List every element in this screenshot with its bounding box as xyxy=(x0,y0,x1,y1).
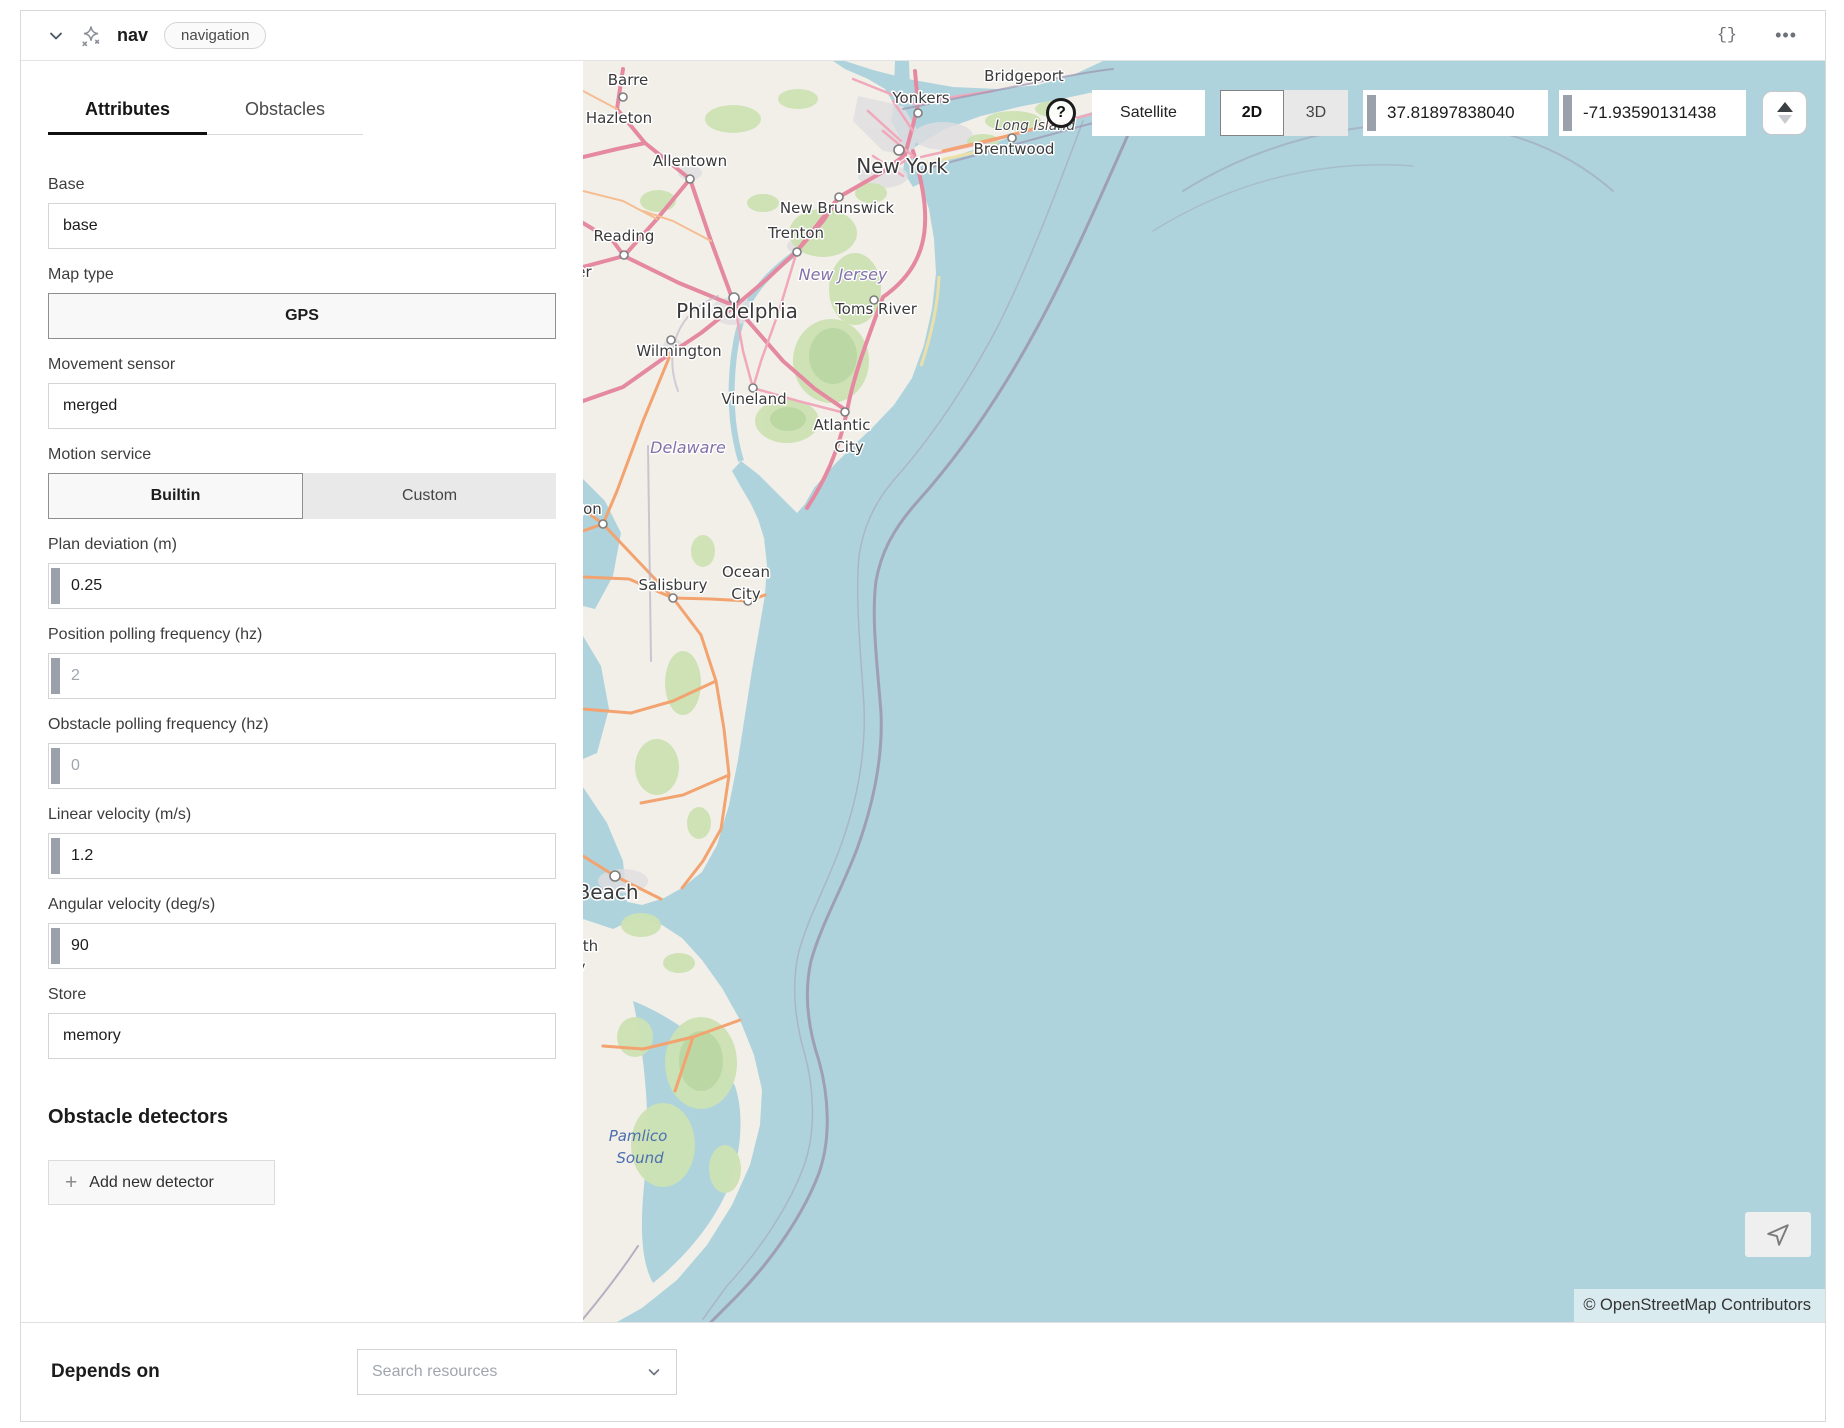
svg-text:Allentown: Allentown xyxy=(653,152,727,170)
obstacle-polling-label: Obstacle polling frequency (hz) xyxy=(48,715,556,734)
base-input[interactable] xyxy=(48,203,556,249)
mode-2d-button[interactable]: 2D xyxy=(1220,90,1284,136)
locate-button[interactable] xyxy=(1745,1212,1811,1257)
plan-deviation-input[interactable] xyxy=(48,563,556,609)
svg-text:Barre: Barre xyxy=(608,71,648,89)
svg-text:Bridgeport: Bridgeport xyxy=(984,67,1064,85)
latitude-input[interactable] xyxy=(1363,90,1548,136)
number-drag-handle[interactable] xyxy=(1367,95,1376,131)
svg-text:Toms River: Toms River xyxy=(834,300,918,318)
svg-text:ginia Beach: ginia Beach xyxy=(583,880,639,904)
svg-text:New Brunswick: New Brunswick xyxy=(780,199,894,217)
motion-service-toggle: Builtin Custom xyxy=(48,473,556,519)
store-label: Store xyxy=(48,985,556,1004)
angular-velocity-input[interactable] xyxy=(48,923,556,969)
add-detector-button[interactable]: + Add new detector xyxy=(48,1160,275,1205)
linear-velocity-label: Linear velocity (m/s) xyxy=(48,805,556,824)
obstacle-detectors-heading: Obstacle detectors xyxy=(48,1106,556,1129)
svg-text:Vineland: Vineland xyxy=(721,390,786,408)
svg-text:Philadelphia: Philadelphia xyxy=(676,299,798,323)
svg-text:beth: beth xyxy=(583,937,598,955)
depends-on-select[interactable]: Search resources xyxy=(357,1349,677,1395)
chevron-down-icon xyxy=(646,1364,662,1380)
map-attribution: © OpenStreetMap Contributors xyxy=(1574,1289,1825,1322)
longitude-field xyxy=(1559,90,1746,136)
svg-text:Hazleton: Hazleton xyxy=(586,109,652,127)
tab-attributes[interactable]: Attributes xyxy=(48,90,207,135)
map-controls: ? Satellite 2D 3D xyxy=(1046,90,1807,136)
number-drag-handle[interactable] xyxy=(51,568,60,604)
store-input[interactable] xyxy=(48,1013,556,1059)
movement-sensor-label: Movement sensor xyxy=(48,355,556,374)
resource-card: nav navigation {} ••• Attributes Obstacl… xyxy=(20,10,1826,1422)
depends-on-placeholder: Search resources xyxy=(372,1363,497,1381)
resource-type-badge: navigation xyxy=(164,22,266,49)
number-drag-handle[interactable] xyxy=(51,748,60,784)
motion-service-custom-option[interactable]: Custom xyxy=(303,473,556,519)
svg-text:Delaware: Delaware xyxy=(650,438,726,457)
base-label: Base xyxy=(48,175,556,194)
motion-service-builtin-option[interactable]: Builtin xyxy=(48,473,303,519)
svg-text:New Jersey: New Jersey xyxy=(799,265,888,284)
plan-deviation-label: Plan deviation (m) xyxy=(48,535,556,554)
json-mode-button[interactable]: {} xyxy=(1713,22,1741,49)
svg-text:ter: ter xyxy=(583,263,592,281)
navigation-arrow-icon xyxy=(1765,1222,1791,1248)
svg-text:Wilmington: Wilmington xyxy=(636,342,721,360)
map-panel: BarreHazletonBridgeportYonkersLong Islan… xyxy=(583,61,1825,1322)
angular-velocity-label: Angular velocity (deg/s) xyxy=(48,895,556,914)
svg-text:Salisbury: Salisbury xyxy=(639,576,708,594)
zoom-stepper[interactable] xyxy=(1762,91,1807,135)
more-options-button[interactable]: ••• xyxy=(1771,21,1801,50)
number-drag-handle[interactable] xyxy=(51,838,60,874)
number-drag-handle[interactable] xyxy=(51,658,60,694)
linear-velocity-input[interactable] xyxy=(48,833,556,879)
map-type-gps-button[interactable]: GPS xyxy=(48,293,556,339)
tab-bar: Attributes Obstacles xyxy=(48,90,556,135)
config-panel: Attributes Obstacles Base Map type GPS M… xyxy=(21,61,583,1322)
satellite-button[interactable]: Satellite xyxy=(1092,90,1205,136)
add-detector-label: Add new detector xyxy=(89,1174,214,1192)
svg-text:Sound: Sound xyxy=(616,1149,664,1167)
svg-text:Atlantic: Atlantic xyxy=(813,416,870,434)
svg-text:aston: aston xyxy=(583,500,602,518)
card-header: nav navigation {} ••• xyxy=(21,11,1825,61)
number-drag-handle[interactable] xyxy=(1563,95,1572,131)
collapse-chevron-icon[interactable] xyxy=(45,25,67,47)
svg-text:Reading: Reading xyxy=(594,227,655,245)
help-icon[interactable]: ? xyxy=(1046,98,1076,128)
stepper-down-icon[interactable] xyxy=(1778,115,1792,124)
map-type-label: Map type xyxy=(48,265,556,284)
card-footer: Depends on Search resources xyxy=(21,1322,1825,1421)
resource-name: nav xyxy=(117,25,148,46)
navigation-service-sparkle-icon xyxy=(79,24,103,48)
mode-3d-button[interactable]: 3D xyxy=(1284,90,1348,136)
latitude-field xyxy=(1363,90,1548,136)
tab-obstacles[interactable]: Obstacles xyxy=(207,90,363,135)
number-drag-handle[interactable] xyxy=(51,928,60,964)
svg-text:New York: New York xyxy=(856,154,948,178)
plus-icon: + xyxy=(65,1172,77,1193)
stepper-up-icon[interactable] xyxy=(1777,102,1793,112)
svg-text:Yonkers: Yonkers xyxy=(891,89,949,107)
position-polling-label: Position polling frequency (hz) xyxy=(48,625,556,644)
longitude-input[interactable] xyxy=(1559,90,1746,136)
svg-text:Pamlico: Pamlico xyxy=(609,1127,668,1145)
svg-text:City: City xyxy=(731,585,761,603)
svg-text:City: City xyxy=(834,438,864,456)
dimension-toggle: 2D 3D xyxy=(1220,90,1348,136)
svg-text:Ocean: Ocean xyxy=(722,563,770,581)
position-polling-input[interactable] xyxy=(48,653,556,699)
motion-service-label: Motion service xyxy=(48,445,556,464)
svg-text:Trenton: Trenton xyxy=(767,224,824,242)
depends-on-label: Depends on xyxy=(51,1361,357,1383)
obstacle-polling-input[interactable] xyxy=(48,743,556,789)
svg-text:y: y xyxy=(583,958,586,976)
map-canvas[interactable]: BarreHazletonBridgeportYonkersLong Islan… xyxy=(583,61,1825,1322)
svg-text:Brentwood: Brentwood xyxy=(974,140,1055,158)
movement-sensor-input[interactable] xyxy=(48,383,556,429)
